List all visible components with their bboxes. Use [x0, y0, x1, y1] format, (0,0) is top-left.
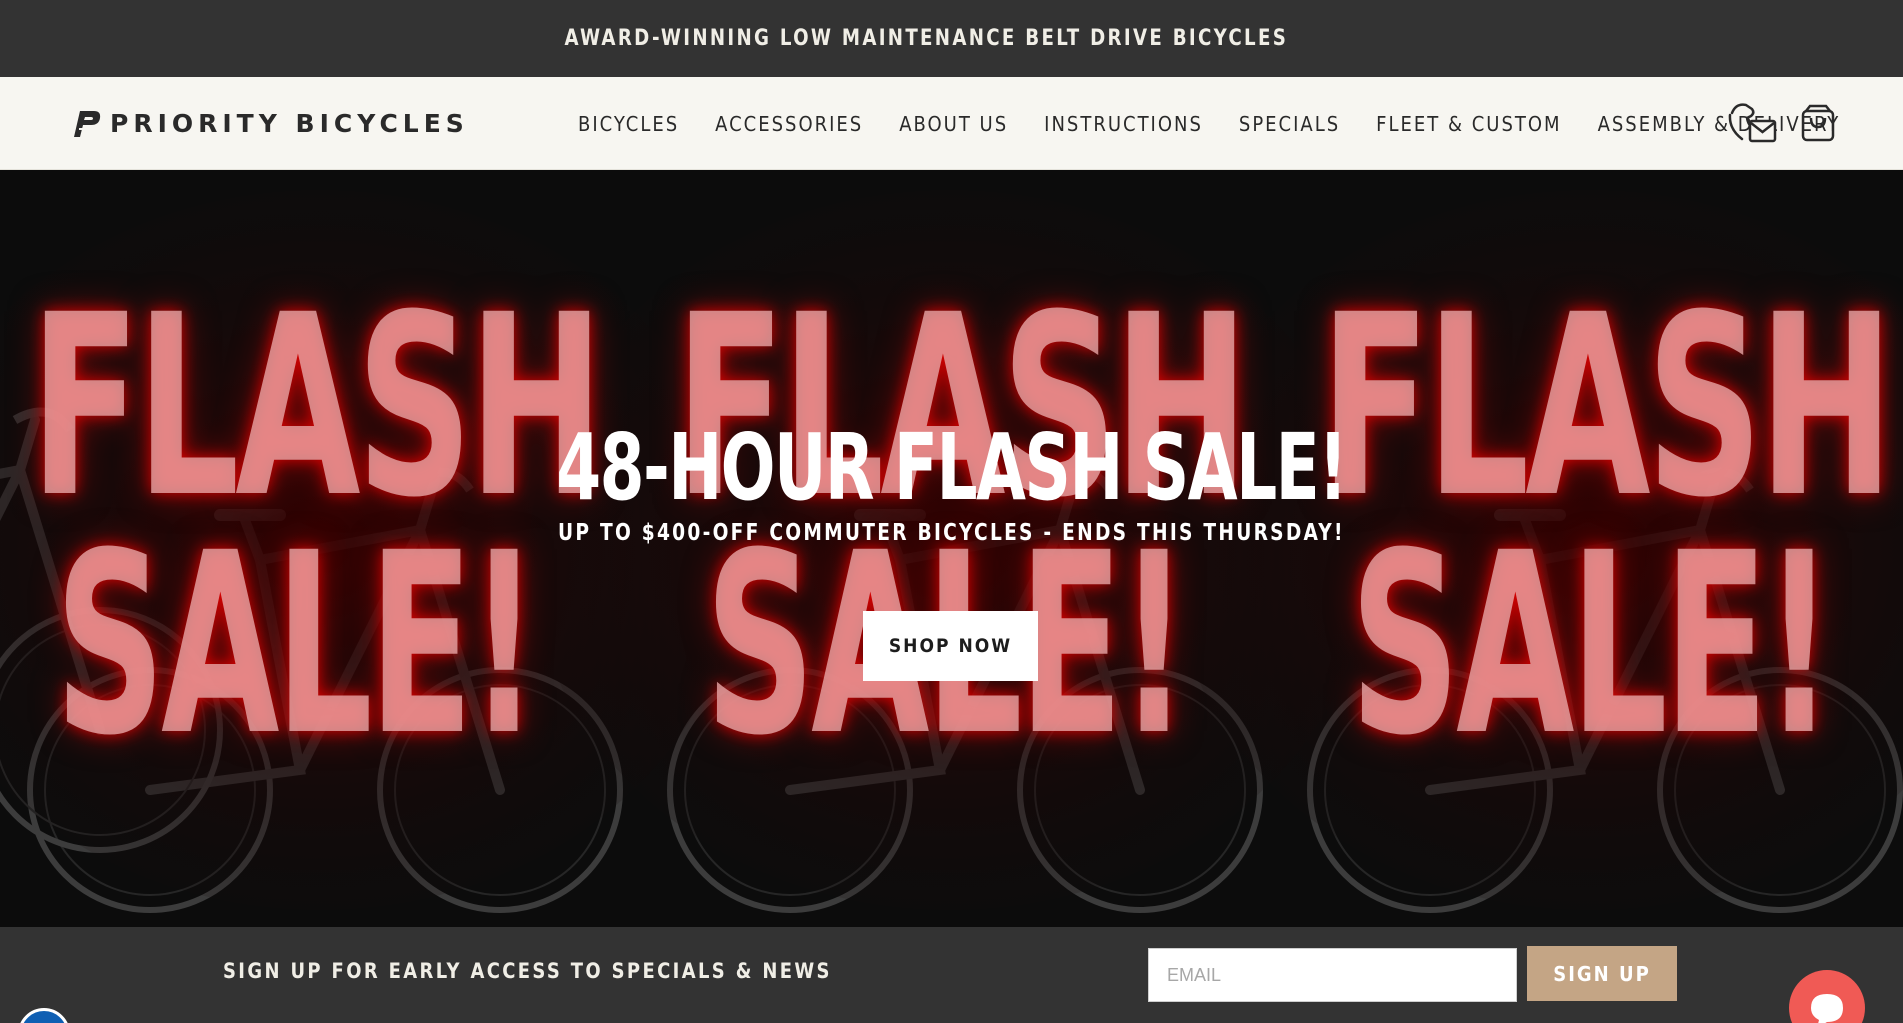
site-header: PRIORITY BICYCLES BICYCLES ACCESSORIES A… — [0, 77, 1903, 170]
hero-subtitle: UP TO $400-OFF COMMUTER BICYCLES - ENDS … — [557, 520, 1345, 546]
header-icons — [1726, 99, 1836, 147]
hero-content: 48-HOUR FLASH SALE! UP TO $400-OFF COMMU… — [0, 170, 1903, 927]
hero-banner: FLASH FLASH FLASH SALE! SALE! SALE! 48-H… — [0, 170, 1903, 927]
logo-text: PRIORITY BICYCLES — [110, 108, 469, 138]
logo[interactable]: PRIORITY BICYCLES — [70, 106, 469, 140]
chat-icon — [1811, 994, 1843, 1023]
shop-now-button[interactable]: SHOP NOW — [863, 611, 1038, 681]
nav-item-fleet-custom[interactable]: FLEET & CUSTOM — [1376, 112, 1561, 136]
nav-item-instructions[interactable]: INSTRUCTIONS — [1044, 112, 1203, 136]
priority-logo-icon — [74, 111, 101, 137]
signup-text: SIGN UP FOR EARLY ACCESS TO SPECIALS & N… — [223, 959, 832, 983]
announcement-bar: AWARD-WINNING LOW MAINTENANCE BELT DRIVE… — [0, 0, 1903, 77]
shopping-bag-icon[interactable] — [1800, 103, 1836, 143]
newsletter-signup-bar: SIGN UP FOR EARLY ACCESS TO SPECIALS & N… — [0, 927, 1903, 1023]
hero-title: 48-HOUR FLASH SALE! — [556, 414, 1347, 521]
nav-item-accessories[interactable]: ACCESSORIES — [715, 112, 863, 136]
sign-up-button[interactable]: SIGN UP — [1527, 946, 1677, 1001]
contact-phone-mail-icon[interactable] — [1726, 99, 1778, 147]
nav-item-bicycles[interactable]: BICYCLES — [578, 112, 679, 136]
nav-item-about-us[interactable]: ABOUT US — [899, 112, 1008, 136]
main-nav: BICYCLES ACCESSORIES ABOUT US INSTRUCTIO… — [578, 77, 1840, 170]
email-input[interactable] — [1148, 948, 1517, 1002]
nav-item-specials[interactable]: SPECIALS — [1239, 112, 1340, 136]
announcement-text: AWARD-WINNING LOW MAINTENANCE BELT DRIVE… — [564, 26, 1289, 51]
